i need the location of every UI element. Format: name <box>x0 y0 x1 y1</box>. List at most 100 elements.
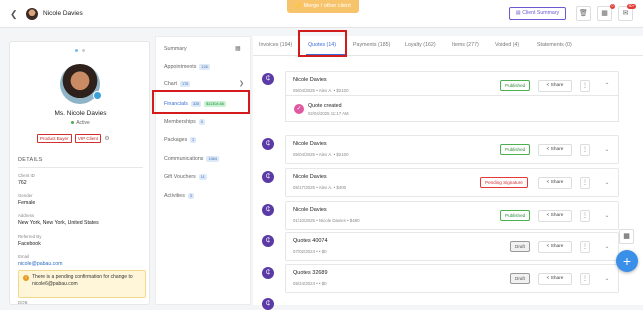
quote-activity: ✓ Quote created 02/04/2025 11:17 AM <box>285 95 619 122</box>
more-options-icon[interactable]: ⋮ <box>580 210 590 222</box>
field-value: Female <box>18 200 36 206</box>
field-label: Email <box>18 254 29 259</box>
chevron-down-icon[interactable]: ⌄ <box>602 177 612 189</box>
plus-icon[interactable]: + <box>616 250 638 272</box>
client-summary-button[interactable]: ▤ Client Summary <box>509 7 566 20</box>
status-dot-icon <box>71 121 75 124</box>
share-button[interactable]: < Share <box>538 144 572 156</box>
activity-date: 02/04/2025 11:17 AM <box>308 111 349 116</box>
status-badge: Published <box>500 144 531 155</box>
field-value: New York, New York, United States <box>18 220 99 226</box>
pending-change-warning: ! There is a pending confirmation for ch… <box>18 270 146 298</box>
merge-client-button[interactable]: ⚡ Merge / other client <box>287 0 359 13</box>
menu-item-label: Summary <box>164 46 187 52</box>
status-badge: Active <box>10 120 151 126</box>
count-badge: 2 <box>190 137 197 143</box>
merge-label: Merge / other client <box>303 3 351 9</box>
highlight-quotes-tab <box>298 30 347 57</box>
quote-name: Nicole Davies <box>293 141 327 147</box>
tab-invoices[interactable]: Invoices (194) <box>259 42 292 48</box>
calendar-icon[interactable]: ▦ <box>619 229 634 244</box>
client-section-menu: Summary ▦ Appointments 126 Chart 176 ❯ Fin… <box>155 36 251 305</box>
quote-card[interactable]: Nicole Davies 05/04/2025 • Alex A. • $21… <box>285 135 619 164</box>
count-badge: 11 <box>198 174 207 180</box>
quote-name: Quotes 40074 <box>293 238 328 244</box>
menu-item-appointments[interactable]: Appointments 126 <box>164 64 210 70</box>
field-label: Gender <box>18 193 33 198</box>
carousel-dot[interactable] <box>82 49 85 52</box>
chevron-up-icon[interactable]: ⌃ <box>602 80 612 92</box>
chevron-down-icon[interactable]: ⌄ <box>602 241 612 253</box>
trash-icon[interactable]: 🗑 <box>576 6 591 21</box>
gear-icon[interactable]: ⚙ <box>104 135 109 142</box>
quote-icon: ₵ <box>262 171 274 183</box>
tab-statements[interactable]: Statements (0) <box>537 42 572 48</box>
menu-item-gift-vouchers[interactable]: Gift Vouchers 11 <box>164 174 207 180</box>
menu-item-activities[interactable]: Activities 3 <box>164 193 195 199</box>
menu-item-chart[interactable]: Chart 176 <box>164 81 191 87</box>
share-button[interactable]: < Share <box>538 80 572 92</box>
quote-meta: 05/24/2024 • • $0 <box>293 281 327 286</box>
menu-item-label: Communications <box>164 156 204 162</box>
chevron-right-icon[interactable]: ❯ <box>239 80 244 87</box>
details-heading: DETAILS <box>18 157 43 163</box>
camera-icon[interactable] <box>93 91 102 100</box>
share-button[interactable]: < Share <box>538 241 572 253</box>
quote-icon: ₵ <box>262 298 274 310</box>
menu-item-label: Activities <box>164 193 185 199</box>
more-options-icon[interactable]: ⋮ <box>580 80 590 92</box>
more-options-icon[interactable]: ⋮ <box>580 273 590 285</box>
menu-item-communications[interactable]: Communications 1464 <box>164 156 219 162</box>
more-options-icon[interactable]: ⋮ <box>580 144 590 156</box>
share-button[interactable]: < Share <box>538 273 572 285</box>
quote-meta: 01/10/2025 • Nicole Davies • $480 <box>293 218 360 223</box>
client-summary-label: Client Summary <box>522 10 560 16</box>
more-options-icon[interactable]: ⋮ <box>580 241 590 253</box>
chevron-down-icon[interactable]: ⌄ <box>602 144 612 156</box>
share-button[interactable]: < Share <box>538 177 572 189</box>
tag-vip-client[interactable]: VIP Client <box>74 134 101 143</box>
avatar[interactable] <box>26 8 38 20</box>
notification-icon[interactable]: ▦ 0 <box>597 4 615 21</box>
quote-icon: ₵ <box>262 138 274 150</box>
quote-name: Quotes 32689 <box>293 270 328 276</box>
share-button[interactable]: < Share <box>538 210 572 222</box>
back-chevron-icon[interactable]: ❮ <box>10 9 18 20</box>
message-icon[interactable]: ✉ 50+ <box>618 4 636 21</box>
carousel-dot[interactable] <box>75 49 78 52</box>
email-link[interactable]: nicole@pabau.com <box>18 261 63 267</box>
tag-product-buyer[interactable]: Product Buyer <box>37 134 72 143</box>
menu-item-memberships[interactable]: Memberships 0 <box>164 119 205 125</box>
carousel-dots[interactable] <box>73 48 87 54</box>
client-tags: Product Buyer VIP Client ⚙ <box>37 134 110 143</box>
tab-items[interactable]: Items (277) <box>452 42 479 48</box>
quote-card[interactable]: Nicole Davies 05/17/2025 • Alex A. • $40… <box>285 168 619 197</box>
grid-icon[interactable]: ▦ <box>235 45 241 52</box>
tab-payments[interactable]: Payments (185) <box>353 42 390 48</box>
tab-loyalty[interactable]: Loyalty (162) <box>405 42 436 48</box>
menu-item-packages[interactable]: Packages 2 <box>164 137 197 143</box>
chevron-down-icon[interactable]: ⌄ <box>602 210 612 222</box>
quote-icon: ₵ <box>262 73 274 85</box>
divider <box>18 167 143 168</box>
share-label: Share <box>550 213 564 218</box>
chevron-down-icon[interactable]: ⌄ <box>602 273 612 285</box>
menu-item-label: Packages <box>164 137 188 143</box>
field-value: Facebook <box>18 241 41 247</box>
menu-item-summary[interactable]: Summary <box>164 46 187 52</box>
count-badge: 176 <box>179 81 191 87</box>
warning-text: There is a pending confirmation for chan… <box>32 274 133 287</box>
top-bar: ❮ Nicole Davies ⚡ Merge / other client ▤… <box>0 0 643 28</box>
menu-item-label: Gift Vouchers <box>164 174 196 180</box>
quote-icon: ₵ <box>262 267 274 279</box>
quote-card[interactable]: Quotes 40074 07/02/2024 • • $0 Draft < S… <box>285 232 619 261</box>
status-badge: Published <box>500 80 531 91</box>
count-badge: 0 <box>198 119 205 125</box>
tab-voided[interactable]: Voided (4) <box>495 42 519 48</box>
quote-card[interactable]: Nicole Davies 01/10/2025 • Nicole Davies… <box>285 201 619 230</box>
quote-icon: ₵ <box>262 235 274 247</box>
menu-item-label: Appointments <box>164 64 197 70</box>
field-label: Client ID <box>18 173 35 178</box>
more-options-icon[interactable]: ⋮ <box>580 177 590 189</box>
quote-card[interactable]: Quotes 32689 05/24/2024 • • $0 Draft < S… <box>285 264 619 293</box>
